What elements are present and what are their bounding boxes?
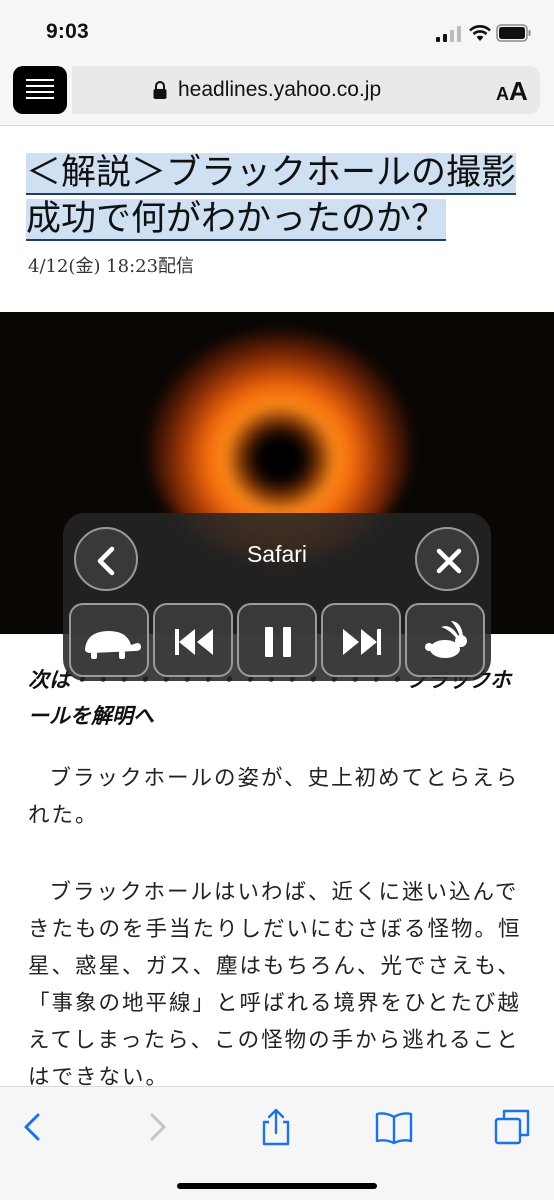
skip-forward-button[interactable] xyxy=(321,603,401,677)
panel-close-button[interactable] xyxy=(415,527,479,591)
skip-back-button[interactable] xyxy=(153,603,233,677)
address-bar: headlines.yahoo.co.jp AA xyxy=(0,60,554,126)
url-text: headlines.yahoo.co.jp xyxy=(178,78,382,101)
close-icon xyxy=(436,548,462,574)
url-field[interactable]: headlines.yahoo.co.jp AA xyxy=(72,66,540,114)
pause-icon xyxy=(265,627,291,657)
pause-button[interactable] xyxy=(237,603,317,677)
text-size-large-a: A xyxy=(509,76,528,106)
media-control-panel: Safari xyxy=(63,513,491,681)
skip-forward-icon xyxy=(343,629,381,655)
skip-back-icon xyxy=(175,629,213,655)
rabbit-icon xyxy=(425,621,467,658)
faster-button[interactable] xyxy=(405,603,485,677)
cellular-signal-icon xyxy=(436,26,461,42)
article-paragraph: ブラックホールの姿が、史上初めてとらえられた。 xyxy=(28,766,520,828)
reader-view-button[interactable] xyxy=(13,66,67,114)
status-bar: 9:03 xyxy=(0,0,554,60)
battery-icon xyxy=(496,24,531,42)
home-indicator xyxy=(177,1183,377,1189)
text-size-small-a: A xyxy=(496,84,509,104)
share-icon[interactable] xyxy=(256,1107,296,1147)
wifi-icon xyxy=(469,25,491,41)
status-time: 9:03 xyxy=(46,20,89,43)
forward-icon[interactable] xyxy=(136,1107,176,1147)
article-paragraph: ブラックホールはいわば、近くに迷い込んできたものを手当たりしだいにむさぼる怪物。… xyxy=(28,880,522,1086)
article-date: 4/12(金) 18:23配信 xyxy=(28,256,195,277)
back-icon[interactable] xyxy=(14,1107,54,1147)
text-size-button[interactable]: AA xyxy=(496,76,528,107)
tabs-icon[interactable] xyxy=(492,1107,532,1147)
bookmarks-icon[interactable] xyxy=(374,1107,414,1147)
turtle-icon xyxy=(85,631,141,659)
slower-button[interactable] xyxy=(69,603,149,677)
article-headline: ＜解説＞ブラックホールの撮影成功で何がわかったのか？ xyxy=(26,153,517,239)
lock-icon xyxy=(153,81,167,99)
